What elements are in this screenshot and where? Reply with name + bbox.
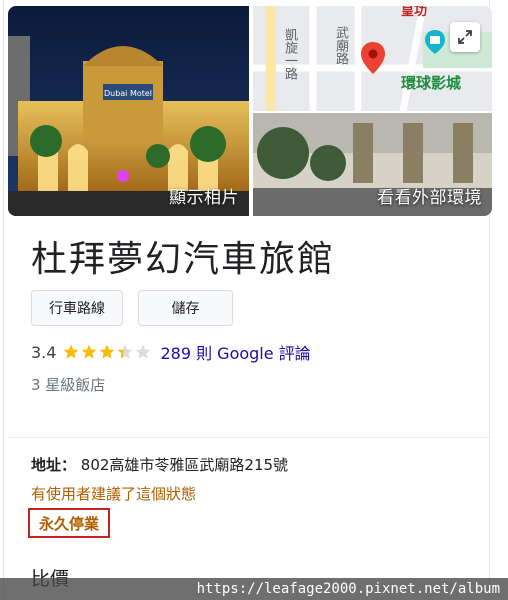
reviews-link[interactable]: 289 則 Google 評論 xyxy=(160,340,310,364)
street-view-label: 看看外部環境 xyxy=(377,188,482,208)
watermark: https://leafage2000.pixnet.net/album xyxy=(0,578,508,600)
address-row: 地址： 802高雄市苓雅區武廟路215號 xyxy=(31,454,288,475)
save-button[interactable]: 儲存 xyxy=(138,290,233,326)
star-icon xyxy=(82,344,97,359)
show-photos-label: 顯示相片 xyxy=(169,188,239,208)
star-icon xyxy=(64,344,79,359)
map-road-label-wumiao: 武廟路 xyxy=(333,26,348,65)
map-top-label: 皇功 xyxy=(401,6,428,19)
map-road-label-kaixuan: 凱旋一路 xyxy=(282,28,297,80)
star-icon xyxy=(136,344,151,359)
directions-button[interactable]: 行車路線 xyxy=(31,290,123,326)
star-icon xyxy=(118,344,133,359)
star-icon xyxy=(100,344,115,359)
rating-row: 3.4 289 則 Google 評論 xyxy=(31,340,311,364)
expand-icon xyxy=(457,29,473,45)
closed-status-highlight: 永久停業 xyxy=(28,508,110,538)
address-label: 地址： xyxy=(31,456,77,474)
map-pin-icon xyxy=(361,42,385,74)
map-poi-icon xyxy=(425,30,445,54)
map-poi-label: 環球影城 xyxy=(401,74,462,92)
hotel-class: 3 星級飯店 xyxy=(31,376,106,394)
map-thumbnail[interactable]: 凱旋一路 武廟路 皇功 環球影城 xyxy=(253,6,492,111)
star-rating xyxy=(62,344,152,360)
photo-main[interactable]: Dubai Motel 顯示相片 xyxy=(8,6,249,216)
permanently-closed-text: 永久停業 xyxy=(38,514,99,533)
hotel-sign-text: Dubai Motel xyxy=(104,89,152,98)
rating-value: 3.4 xyxy=(31,342,57,362)
address-value: 802高雄市苓雅區武廟路215號 xyxy=(80,456,289,474)
section-divider xyxy=(8,437,491,438)
place-title: 杜拜夢幻汽車旅館 xyxy=(31,239,336,280)
knowledge-panel: Dubai Motel 顯示相片 凱旋一路 武廟路 皇功 環球影城 看看外部環境… xyxy=(3,0,492,600)
suggested-status-link[interactable]: 有使用者建議了這個狀態 xyxy=(31,483,196,504)
expand-map-button[interactable] xyxy=(450,22,480,52)
street-view-thumbnail[interactable]: 看看外部環境 xyxy=(253,113,492,216)
